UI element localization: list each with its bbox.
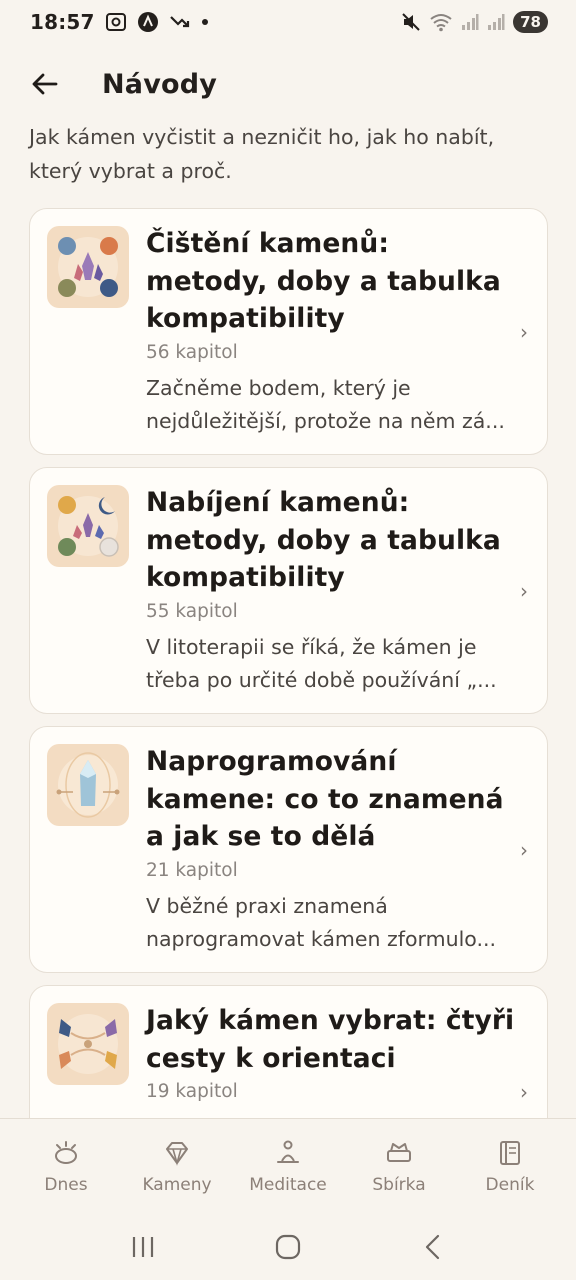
guide-title: Jaký kámen vybrat: čtyři cesty k orienta…	[146, 1005, 515, 1074]
nav-label: Meditace	[249, 1175, 327, 1195]
chevron-right-icon: ›	[520, 1080, 528, 1104]
header: Návody	[0, 54, 576, 114]
chevron-right-icon: ›	[520, 579, 528, 603]
guide-thumbnail-cleaning	[47, 226, 129, 308]
guide-thumbnail-choosing	[47, 1003, 129, 1085]
recent-apps-icon	[132, 1237, 153, 1257]
guide-chapter-count: 55 kapitol	[146, 600, 238, 622]
nav-item-sbirka[interactable]: Sbírka	[345, 1119, 453, 1214]
home-icon	[275, 1234, 301, 1260]
nav-item-denik[interactable]: Deník	[456, 1119, 564, 1214]
missed-call-icon	[169, 13, 191, 31]
nav-item-kameny[interactable]: Kameny	[123, 1119, 231, 1214]
guide-card-body: Nabíjení kamenů: metody, doby a tabulka …	[146, 484, 516, 697]
guide-chapter-count: 56 kapitol	[146, 341, 238, 363]
guide-card-charging[interactable]: Nabíjení kamenů: metody, doby a tabulka …	[29, 467, 548, 714]
guide-excerpt: V litoterapii se říká, že kámen je třeba…	[146, 634, 497, 692]
status-bar: 18:57 78	[0, 0, 576, 44]
page-title: Návody	[102, 68, 218, 100]
wifi-icon	[429, 12, 453, 32]
guide-chapter-count: 19 kapitol	[146, 1081, 238, 1102]
nav-item-dnes[interactable]: Dnes	[12, 1119, 120, 1214]
guide-excerpt: V běžné praxi znamená naprogramovat káme…	[146, 893, 496, 951]
signal-icon	[487, 13, 505, 31]
guide-excerpt: Začněme bodem, který je nejdůležitější, …	[146, 375, 505, 433]
chevron-left-icon	[426, 1234, 440, 1260]
gem-icon	[166, 1142, 188, 1166]
guide-title: Čištění kamenů: metody, doby a tabulka k…	[146, 228, 501, 334]
guide-title: Nabíjení kamenů: metody, doby a tabulka …	[146, 487, 501, 593]
sunrise-icon	[55, 1141, 77, 1164]
status-time: 18:57	[30, 10, 95, 34]
battery-level: 78	[513, 11, 548, 33]
bottom-nav: Dnes Kameny Meditace Sbírka Deník	[0, 1118, 576, 1214]
guide-card-body: Čištění kamenů: metody, doby a tabulka k…	[146, 225, 516, 438]
nav-item-meditace[interactable]: Meditace	[234, 1119, 342, 1214]
home-button[interactable]	[258, 1222, 318, 1272]
guide-card-programming[interactable]: Naprogramování kamene: co to znamená a j…	[29, 726, 548, 973]
guide-card-choosing[interactable]: Jaký kámen vybrat: čtyři cesty k orienta…	[29, 985, 548, 1118]
system-nav	[0, 1214, 576, 1280]
nav-label: Dnes	[44, 1175, 88, 1195]
guide-title: Naprogramování kamene: co to znamená a j…	[146, 746, 504, 852]
app-a-icon	[137, 11, 159, 33]
recent-apps-button[interactable]	[113, 1222, 173, 1272]
chevron-right-icon: ›	[520, 320, 528, 344]
chevron-right-icon: ›	[520, 838, 528, 862]
arrow-left-icon	[32, 73, 58, 95]
guide-thumbnail-programming	[47, 744, 129, 826]
guide-card-body: Jaký kámen vybrat: čtyři cesty k orienta…	[146, 1002, 516, 1107]
back-button[interactable]	[24, 64, 64, 104]
status-left: 18:57	[30, 10, 209, 34]
signal-icon	[461, 13, 479, 31]
guide-list: Čištění kamenů: metody, doby a tabulka k…	[29, 208, 548, 1118]
nav-label: Deník	[485, 1175, 535, 1195]
nav-label: Kameny	[142, 1175, 212, 1195]
meditation-icon	[277, 1140, 299, 1163]
system-back-button[interactable]	[403, 1222, 463, 1272]
guide-card-cleaning[interactable]: Čištění kamenů: metody, doby a tabulka k…	[29, 208, 548, 455]
mute-icon	[401, 12, 421, 32]
guide-chapter-count: 21 kapitol	[146, 859, 238, 881]
nav-label: Sbírka	[372, 1175, 426, 1195]
dot-icon	[201, 18, 209, 26]
status-right: 78	[401, 11, 548, 33]
screenshot-icon	[105, 12, 127, 32]
crown-box-icon	[387, 1143, 411, 1162]
intro-text: Jak kámen vyčistit a nezničit ho, jak ho…	[29, 125, 495, 183]
guide-thumbnail-charging	[47, 485, 129, 567]
journal-icon	[500, 1141, 520, 1165]
guide-card-body: Naprogramování kamene: co to znamená a j…	[146, 743, 516, 956]
